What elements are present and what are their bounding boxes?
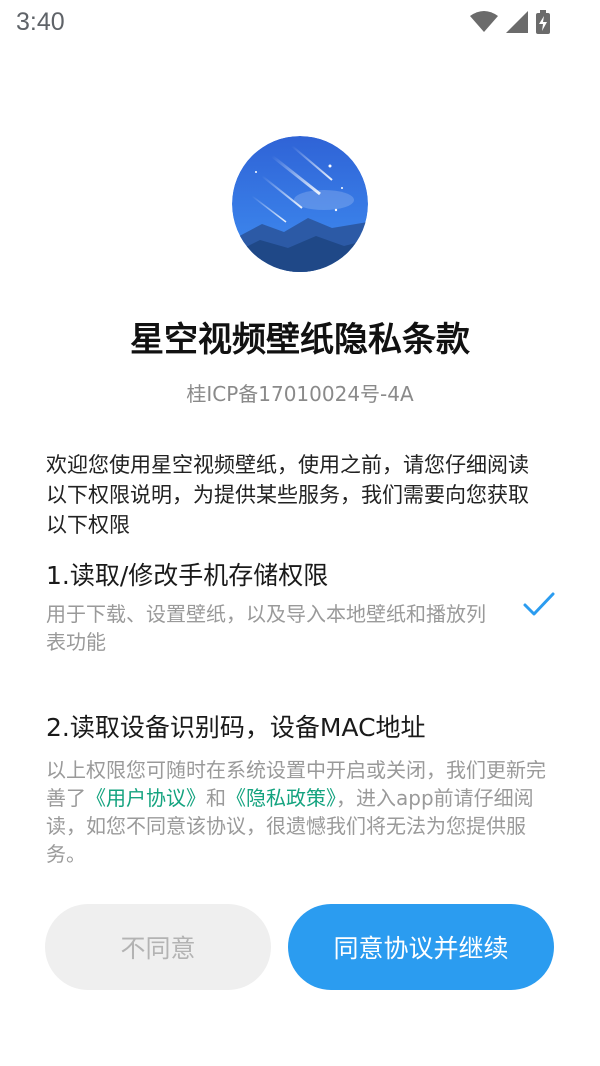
- intro-text: 欢迎您使用星空视频壁纸，使用之前，请您仔细阅读以下权限说明，为提供某些服务，我们…: [46, 453, 529, 537]
- permission-device-id-title: 2.读取设备识别码，设备MAC地址: [46, 713, 426, 742]
- privacy-policy-link[interactable]: 《隐私政策》: [226, 786, 336, 810]
- status-time: 3:40: [16, 8, 65, 36]
- notice-text: 以上权限您可随时在系统设置中开启或关闭，我们更新完善了《用户协议》和《隐私政策》…: [46, 756, 556, 868]
- permission-storage-title: 1.读取/修改手机存储权限: [46, 561, 329, 590]
- user-agreement-link[interactable]: 《用户协议》: [86, 786, 206, 810]
- status-bar: 3:40: [0, 0, 600, 48]
- notice-and: 和: [206, 786, 226, 810]
- battery-charging-icon: [536, 10, 550, 34]
- starry-sky-logo: [232, 136, 368, 272]
- agree-continue-button[interactable]: 同意协议并继续: [288, 904, 554, 990]
- signal-icon: [506, 11, 528, 33]
- permission-storage-description: 用于下载、设置壁纸，以及导入本地壁纸和播放列表功能: [46, 602, 486, 654]
- disagree-button[interactable]: 不同意: [45, 904, 271, 990]
- page-title: 星空视频壁纸隐私条款: [130, 320, 470, 360]
- check-icon[interactable]: [522, 590, 556, 618]
- status-icons: [470, 10, 550, 34]
- icp-number: 桂ICP备17010024号-4A: [186, 382, 414, 406]
- wifi-icon: [470, 11, 498, 32]
